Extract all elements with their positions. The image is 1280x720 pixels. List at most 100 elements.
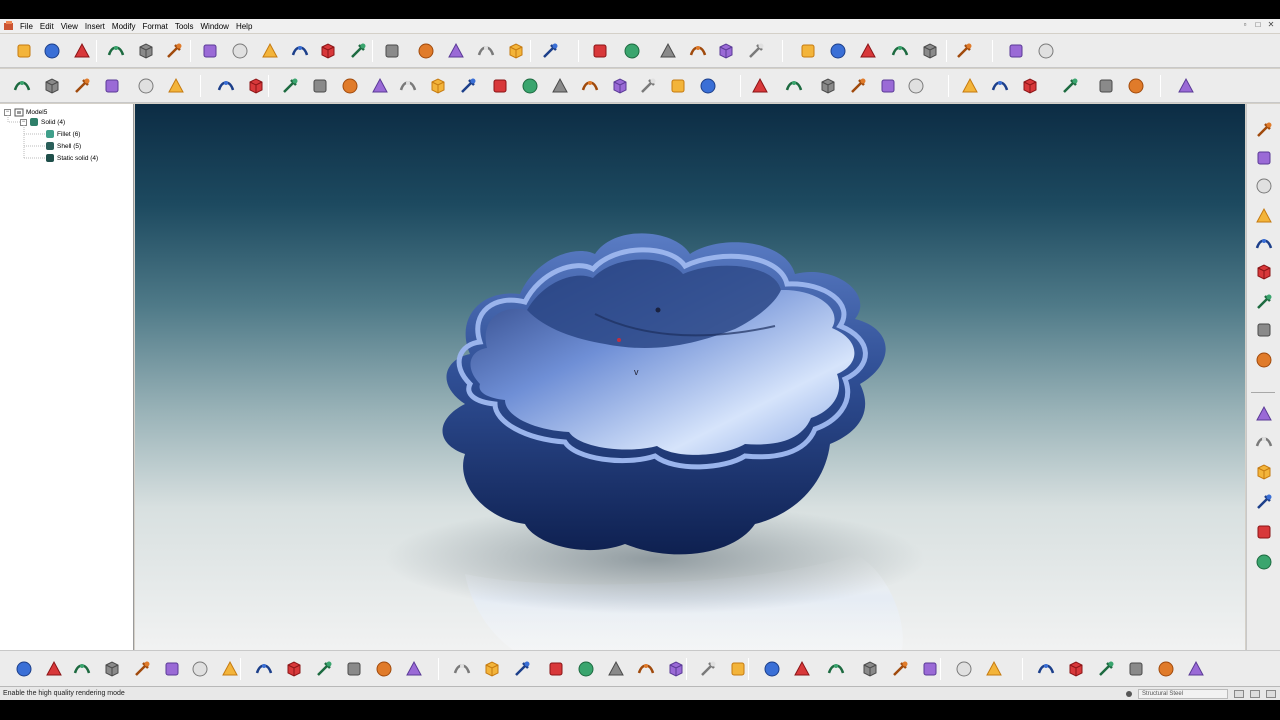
new-file-icon[interactable]: [12, 39, 36, 63]
grid-icon[interactable]: [782, 74, 806, 98]
split-icon[interactable]: [1252, 260, 1276, 284]
align-icon[interactable]: [988, 74, 1012, 98]
snapshot-icon[interactable]: [1252, 402, 1276, 426]
sketch-tool-icon[interactable]: [538, 39, 562, 63]
mirror-icon[interactable]: [188, 657, 212, 681]
move-icon[interactable]: [258, 39, 282, 63]
merge-icon[interactable]: [1252, 290, 1276, 314]
delete-red-icon[interactable]: [588, 39, 612, 63]
sweep-icon[interactable]: [488, 74, 512, 98]
gear-icon[interactable]: [952, 657, 976, 681]
animate-icon[interactable]: [1252, 490, 1276, 514]
trim-red-icon[interactable]: [620, 39, 644, 63]
thicken-icon[interactable]: [130, 657, 154, 681]
bottle-icon[interactable]: [426, 74, 450, 98]
open-file-icon[interactable]: [40, 39, 64, 63]
freehand-curve-icon[interactable]: [10, 74, 34, 98]
solid-box-icon[interactable]: [198, 39, 222, 63]
maximize-icon[interactable]: □: [1253, 20, 1263, 30]
grid-toggle-icon[interactable]: [1250, 690, 1260, 698]
shade-icon[interactable]: [414, 39, 438, 63]
mug-icon[interactable]: [1124, 74, 1148, 98]
prism-icon[interactable]: [664, 657, 688, 681]
menu-window[interactable]: Window: [201, 22, 229, 31]
menu-insert[interactable]: Insert: [85, 22, 105, 31]
close-icon[interactable]: ✕: [1266, 20, 1276, 30]
boolean-icon[interactable]: [372, 657, 396, 681]
project-icon[interactable]: [368, 74, 392, 98]
minimize-icon[interactable]: ▫: [1240, 20, 1250, 30]
material-icon[interactable]: [444, 39, 468, 63]
split-body-icon[interactable]: [402, 657, 426, 681]
point-icon[interactable]: [904, 74, 928, 98]
hand-icon[interactable]: [1252, 204, 1276, 228]
snap-icon[interactable]: [958, 74, 982, 98]
cup-icon[interactable]: [1094, 74, 1118, 98]
revolve-icon[interactable]: [42, 657, 66, 681]
label-icon[interactable]: [1252, 550, 1276, 574]
constraint-icon[interactable]: [1154, 657, 1178, 681]
scissors-icon[interactable]: [1252, 118, 1276, 142]
menu-help[interactable]: Help: [236, 22, 252, 31]
pan-view-icon[interactable]: [346, 39, 370, 63]
cone-icon[interactable]: [544, 657, 568, 681]
spring-icon[interactable]: [982, 657, 1006, 681]
select-face-icon[interactable]: [826, 39, 850, 63]
bezier-icon[interactable]: [278, 74, 302, 98]
bridge-icon[interactable]: [608, 74, 632, 98]
view-mode-icon[interactable]: [1234, 690, 1244, 698]
clipboard-icon[interactable]: [162, 39, 186, 63]
menu-format[interactable]: Format: [142, 22, 167, 31]
hammer-icon[interactable]: [714, 39, 738, 63]
redo-icon[interactable]: [134, 39, 158, 63]
zoom-icon[interactable]: [288, 39, 312, 63]
curve-blue-icon[interactable]: [1094, 657, 1118, 681]
select-edge-icon[interactable]: [856, 39, 880, 63]
loft-solid-icon[interactable]: [100, 657, 124, 681]
section-icon[interactable]: [1018, 74, 1042, 98]
assembly-icon[interactable]: [1124, 657, 1148, 681]
slab-icon[interactable]: [760, 657, 784, 681]
text-tool-icon[interactable]: [696, 74, 720, 98]
torus-icon[interactable]: [634, 657, 658, 681]
box-green-icon[interactable]: [604, 657, 628, 681]
undo-icon[interactable]: [104, 39, 128, 63]
paste-shape-icon[interactable]: [686, 39, 710, 63]
pattern-icon[interactable]: [160, 657, 184, 681]
barrel-icon[interactable]: [918, 657, 942, 681]
pen-icon[interactable]: [244, 74, 268, 98]
slice-icon[interactable]: [1252, 174, 1276, 198]
wrench-icon[interactable]: [1004, 39, 1028, 63]
save-icon[interactable]: [70, 39, 94, 63]
patch-icon[interactable]: [636, 74, 660, 98]
render-sphere-icon[interactable]: [228, 39, 252, 63]
fillet-curve-icon[interactable]: [164, 74, 188, 98]
menu-modify[interactable]: Modify: [112, 22, 136, 31]
line-icon[interactable]: [40, 74, 64, 98]
menu-view[interactable]: View: [61, 22, 78, 31]
sphere-green-icon[interactable]: [574, 657, 598, 681]
plate-icon[interactable]: [824, 657, 848, 681]
shell-icon[interactable]: [218, 657, 242, 681]
zigzag-icon[interactable]: [952, 39, 976, 63]
disc-orange-icon[interactable]: [726, 657, 750, 681]
ring-orange-icon[interactable]: [696, 657, 720, 681]
menu-tools[interactable]: Tools: [175, 22, 194, 31]
cut-icon[interactable]: [1252, 146, 1276, 170]
cylinder-icon[interactable]: [450, 657, 474, 681]
wheel-icon[interactable]: [858, 657, 882, 681]
camera-icon[interactable]: [504, 39, 528, 63]
bend-icon[interactable]: [1064, 657, 1088, 681]
extrude-icon[interactable]: [12, 657, 36, 681]
select-arrow-icon[interactable]: [796, 39, 820, 63]
vase-icon[interactable]: [1174, 74, 1198, 98]
menu-edit[interactable]: Edit: [40, 22, 54, 31]
lighting-icon[interactable]: [474, 39, 498, 63]
hook-icon[interactable]: [666, 74, 690, 98]
view-cube-icon[interactable]: [1058, 74, 1082, 98]
snap-toggle-icon[interactable]: [1266, 690, 1276, 698]
table-icon[interactable]: [846, 74, 870, 98]
info-icon[interactable]: [1252, 520, 1276, 544]
transform-icon[interactable]: [744, 39, 768, 63]
arch-icon[interactable]: [480, 657, 504, 681]
